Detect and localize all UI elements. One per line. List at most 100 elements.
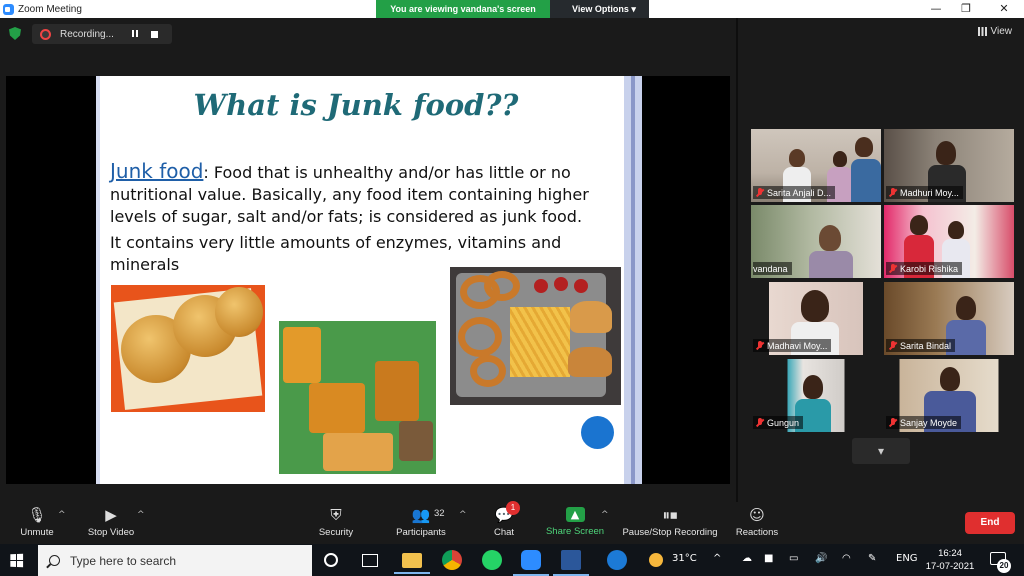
audio-options-caret[interactable]: ^ (58, 510, 66, 520)
chevron-down-icon: ▾ (877, 444, 885, 458)
slide-term: Junk food (110, 159, 204, 183)
window-title: Zoom Meeting (18, 3, 82, 15)
volume-icon[interactable]: 🔊 (815, 553, 827, 564)
clock-date: 17-07-2021 (925, 561, 975, 572)
viewing-screen-label: You are viewing vandana's screen (376, 0, 550, 18)
task-view-icon[interactable] (362, 554, 378, 567)
taskbar-search-box[interactable] (38, 545, 312, 576)
unmute-button[interactable]: 🎙 Unmute (12, 504, 62, 544)
zoom-tray-icon[interactable]: ■ (764, 553, 773, 564)
video-options-caret[interactable]: ^ (137, 510, 145, 520)
snack-pack-shape (375, 361, 419, 421)
person-head (801, 290, 829, 322)
participant-tile[interactable]: Karobi Rishika (884, 205, 1014, 278)
share-options-caret[interactable]: ^ (601, 510, 609, 520)
onion-ring-shape (470, 355, 506, 387)
shared-screen-area: Recording... What is Junk food?? Junk fo… (0, 18, 736, 502)
participants-count: 32 (434, 508, 445, 519)
recording-button-label: Pause/Stop Recording (622, 527, 718, 538)
participant-gallery: View Sarita Anjali D... Madhuri Moy... v… (738, 18, 1024, 502)
vendor-shape (399, 421, 433, 461)
participant-name-bar: Karobi Rishika (886, 262, 963, 275)
recording-indicator: Recording... (32, 24, 172, 44)
muted-mic-icon (889, 341, 897, 350)
muted-mic-icon (889, 264, 897, 273)
close-button[interactable]: ✕ (986, 0, 1022, 18)
meeting-toolbar: 🎙 Unmute ^ ▶ Stop Video ^ ⛨ Security 👥 P… (0, 501, 1024, 544)
weather-temperature[interactable]: 31°C (672, 553, 697, 564)
battery-icon[interactable]: ▭ (789, 553, 798, 564)
recording-label: Recording... (60, 28, 114, 40)
cortana-icon[interactable] (324, 553, 338, 567)
participant-tile[interactable]: Sarita Anjali D... (751, 129, 881, 202)
notifications-count: 20 (997, 559, 1011, 573)
show-hidden-icons-caret[interactable]: ^ (713, 553, 721, 564)
view-button[interactable]: View (977, 26, 1012, 37)
share-screen-button[interactable]: ▲ Share Screen (544, 504, 606, 544)
stop-recording-icon[interactable] (151, 30, 158, 38)
participant-name-bar: Sarita Anjali D... (753, 186, 836, 199)
muted-mic-icon (756, 418, 764, 427)
encryption-shield-icon[interactable] (9, 27, 21, 40)
person-head (819, 225, 841, 251)
cloud-icon[interactable]: ☁ (742, 553, 752, 564)
stop-video-label: Stop Video (87, 527, 135, 538)
gallery-next-page-button[interactable]: ▾ (852, 438, 910, 464)
zoom-app-icon (3, 3, 14, 15)
reactions-button[interactable]: ☺ Reactions (734, 504, 780, 544)
participant-tile[interactable]: Sarita Bindal (884, 282, 1014, 355)
chrome-icon[interactable] (442, 550, 462, 570)
pause-stop-recording-button[interactable]: ⏸⏹ Pause/Stop Recording (620, 504, 720, 544)
input-language[interactable]: ENG (896, 553, 918, 564)
end-meeting-button[interactable]: End (965, 512, 1015, 534)
slide-canvas: What is Junk food?? Junk food: Food that… (96, 76, 642, 484)
file-explorer-icon[interactable] (394, 553, 430, 574)
person-head (803, 375, 823, 399)
participant-tile[interactable]: Gungun (751, 359, 881, 432)
wifi-icon[interactable]: ◠ (842, 553, 851, 564)
weather-sun-icon (649, 553, 663, 567)
burger-shape (570, 301, 612, 333)
grid-icon (977, 27, 987, 36)
whatsapp-icon[interactable] (482, 550, 502, 570)
help-icon[interactable] (607, 550, 627, 570)
kachori-image (111, 285, 265, 412)
taskbar-clock[interactable]: 16:24 17-07-2021 (919, 547, 981, 573)
person-body (851, 159, 881, 202)
security-label: Security (318, 527, 354, 538)
muted-mic-icon (889, 418, 897, 427)
muted-mic-icon (756, 341, 764, 350)
person-head (940, 367, 960, 391)
windows-start-icon[interactable] (10, 553, 24, 568)
pen-icon[interactable]: ✎ (868, 553, 876, 564)
muted-mic-icon (756, 188, 764, 197)
active-speaker-tile[interactable]: vandana (751, 205, 881, 278)
person-head (855, 137, 873, 157)
pause-recording-icon[interactable] (130, 29, 140, 39)
participants-options-caret[interactable]: ^ (459, 510, 467, 520)
zoom-taskbar-icon[interactable] (513, 550, 549, 576)
participant-name: Madhavi Moy... (767, 340, 828, 351)
snack-stall-image (279, 321, 436, 474)
taskbar-search-input[interactable] (70, 553, 290, 568)
slide-title: What is Junk food?? (193, 88, 519, 122)
snack-pack-shape (309, 383, 365, 433)
snack-pack-shape (323, 433, 393, 471)
participant-tile[interactable]: Madhavi Moy... (751, 282, 881, 355)
participant-tile[interactable]: Madhuri Moy... (884, 129, 1014, 202)
stop-video-button[interactable]: ▶ Stop Video (82, 504, 140, 544)
restore-button[interactable]: ❐ (948, 0, 984, 18)
share-screen-label: Share Screen (545, 526, 605, 537)
word-icon[interactable] (553, 550, 589, 576)
muted-mic-icon (889, 188, 897, 197)
person-head (948, 221, 964, 239)
participant-name: vandana (753, 263, 788, 274)
participant-tile[interactable]: Sanjay Moyde (884, 359, 1014, 432)
participant-name-bar: vandana (753, 262, 792, 275)
burger-shape (568, 347, 612, 377)
security-button[interactable]: ⛨ Security (313, 504, 359, 544)
share-arrow-icon: ▲ (565, 507, 585, 522)
view-options-button[interactable]: View Options ▾ (550, 0, 649, 18)
slide-blue-dot (581, 416, 614, 449)
sauce-cup-shape (534, 279, 548, 293)
